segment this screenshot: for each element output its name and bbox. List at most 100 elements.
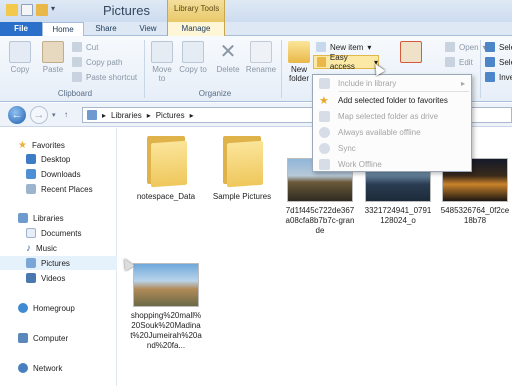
work-offline-icon: [319, 158, 330, 170]
nav-homegroup-label: Homegroup: [33, 303, 75, 313]
nav-desktop[interactable]: Desktop: [0, 152, 117, 166]
edit-label: Edit: [459, 57, 473, 67]
navigation-pane: ★ Favorites Desktop Downloads Recent Pla…: [0, 128, 117, 386]
menu-item-add-to-favorites[interactable]: ★ Add selected folder to favorites: [313, 92, 471, 108]
tab-file[interactable]: File: [0, 22, 42, 36]
dropdown-icon[interactable]: ▾: [51, 4, 59, 16]
move-to-icon: [151, 41, 173, 63]
select-all-button[interactable]: Sele: [485, 42, 512, 52]
copy-to-button[interactable]: Copy to: [179, 41, 207, 74]
menu-item-map-drive[interactable]: Map selected folder as drive: [313, 108, 471, 124]
delete-button[interactable]: ✕ Delete: [212, 41, 244, 74]
nav-pictures-label: Pictures: [41, 258, 70, 268]
library-icon: [87, 110, 97, 120]
copy-path-icon: [72, 57, 82, 67]
tab-share[interactable]: Share: [86, 22, 126, 36]
cut-button[interactable]: Cut: [72, 42, 98, 52]
star-icon: ★: [319, 94, 329, 107]
new-item-button[interactable]: New item ▾: [316, 42, 371, 52]
nav-music[interactable]: ♪ Music: [0, 241, 117, 255]
menu-item-label: Include in library: [338, 78, 397, 88]
edit-button[interactable]: Edit: [445, 57, 473, 67]
copy-path-button[interactable]: Copy path: [72, 57, 122, 67]
paste-button[interactable]: Paste: [38, 41, 68, 74]
context-header-label: Library Tools: [174, 4, 220, 13]
copy-label: Copy: [10, 65, 30, 74]
breadcrumb-pictures[interactable]: Pictures: [156, 111, 185, 120]
nav-network-label: Network: [33, 363, 63, 373]
back-button[interactable]: ←: [8, 106, 26, 124]
invert-selection-icon: [485, 72, 495, 82]
rename-button[interactable]: Rename: [245, 41, 277, 74]
nav-recent-places[interactable]: Recent Places: [0, 182, 117, 196]
select-none-button[interactable]: Sele: [485, 57, 512, 67]
nav-favorites[interactable]: ★ Favorites: [0, 138, 117, 152]
nav-computer[interactable]: Computer: [0, 331, 117, 345]
file-name: 5485326764_0f2ce18b78: [440, 206, 510, 225]
nav-downloads[interactable]: Downloads: [0, 167, 117, 181]
rename-label: Rename: [245, 65, 277, 74]
nav-homegroup[interactable]: Homegroup: [0, 301, 117, 315]
paste-shortcut-button[interactable]: Paste shortcut: [72, 72, 137, 82]
menu-item-work-offline[interactable]: Work Offline: [313, 156, 471, 172]
star-icon: ★: [18, 139, 27, 151]
downloads-icon: [26, 169, 36, 179]
new-folder-button[interactable]: New folder: [285, 41, 313, 83]
new-folder-icon[interactable]: [36, 4, 48, 16]
menu-item-label: Map selected folder as drive: [338, 111, 439, 121]
tab-view[interactable]: View: [128, 22, 168, 36]
menu-item-include-in-library[interactable]: Include in library ▸: [313, 75, 471, 91]
invert-selection-button[interactable]: Inve: [485, 72, 512, 82]
menu-item-sync[interactable]: Sync: [313, 140, 471, 156]
nav-favorites-label: Favorites: [31, 140, 65, 150]
new-item-label: New item: [330, 42, 364, 52]
music-icon: ♪: [26, 242, 31, 254]
easy-access-icon: [317, 57, 326, 67]
pictures-icon: [26, 258, 36, 268]
copy-to-label: Copy to: [179, 65, 207, 74]
nav-desktop-label: Desktop: [41, 154, 71, 164]
tab-home[interactable]: Home: [42, 22, 84, 37]
move-to-button[interactable]: Move to: [148, 41, 176, 83]
image-thumbnail: [133, 263, 199, 307]
delete-icon: ✕: [219, 41, 237, 63]
folder-icon: [288, 41, 310, 63]
file-name: 7d1f445c722de367a08cfa8b7b7c-grande: [285, 206, 355, 235]
forward-button[interactable]: →: [30, 106, 48, 124]
file-name: 3321724941_0791128024_o: [364, 206, 432, 225]
properties-icon[interactable]: [21, 4, 33, 16]
paste-icon: [42, 41, 64, 63]
new-item-icon: [316, 42, 326, 52]
select-all-icon: [485, 42, 495, 52]
menu-item-always-offline[interactable]: Always available offline: [313, 124, 471, 140]
folder-icon: [219, 134, 265, 188]
network-icon: [18, 363, 28, 373]
copy-path-label: Copy path: [86, 57, 123, 67]
computer-icon: [18, 333, 28, 343]
paste-label: Paste: [42, 65, 64, 74]
nav-network[interactable]: Network: [0, 361, 117, 375]
nav-computer-label: Computer: [33, 333, 69, 343]
breadcrumb-separator: ▸: [102, 110, 107, 120]
recent-pages-dropdown[interactable]: ▾: [52, 111, 56, 119]
nav-libraries[interactable]: Libraries: [0, 211, 117, 225]
tab-manage[interactable]: Manage: [167, 22, 225, 36]
properties-button[interactable]: [398, 41, 424, 65]
easy-access-button[interactable]: Easy access ▾: [313, 53, 379, 71]
nav-videos[interactable]: Videos: [0, 271, 117, 285]
copy-button[interactable]: Copy: [6, 41, 34, 74]
easy-access-label: Easy access: [329, 53, 355, 71]
nav-pictures[interactable]: Pictures: [0, 256, 117, 270]
file-item-folder[interactable]: notespace_Data: [132, 134, 200, 202]
nav-videos-label: Videos: [41, 273, 66, 283]
file-item-image[interactable]: shopping%20mall%20Souk%20Madinat%20Jumei…: [130, 263, 202, 351]
delete-label: Delete: [216, 65, 240, 74]
invert-selection-label: Inve: [499, 72, 512, 82]
breadcrumb-libraries[interactable]: Libraries: [111, 111, 142, 120]
file-item-folder[interactable]: Sample Pictures: [206, 134, 278, 202]
title-bar: ▾ Library Tools Pictures: [0, 0, 512, 22]
select-none-icon: [485, 57, 495, 67]
up-arrow-icon[interactable]: ↑: [64, 110, 68, 119]
nav-documents[interactable]: Documents: [0, 226, 117, 240]
menu-item-label: Add selected folder to favorites: [338, 95, 448, 105]
